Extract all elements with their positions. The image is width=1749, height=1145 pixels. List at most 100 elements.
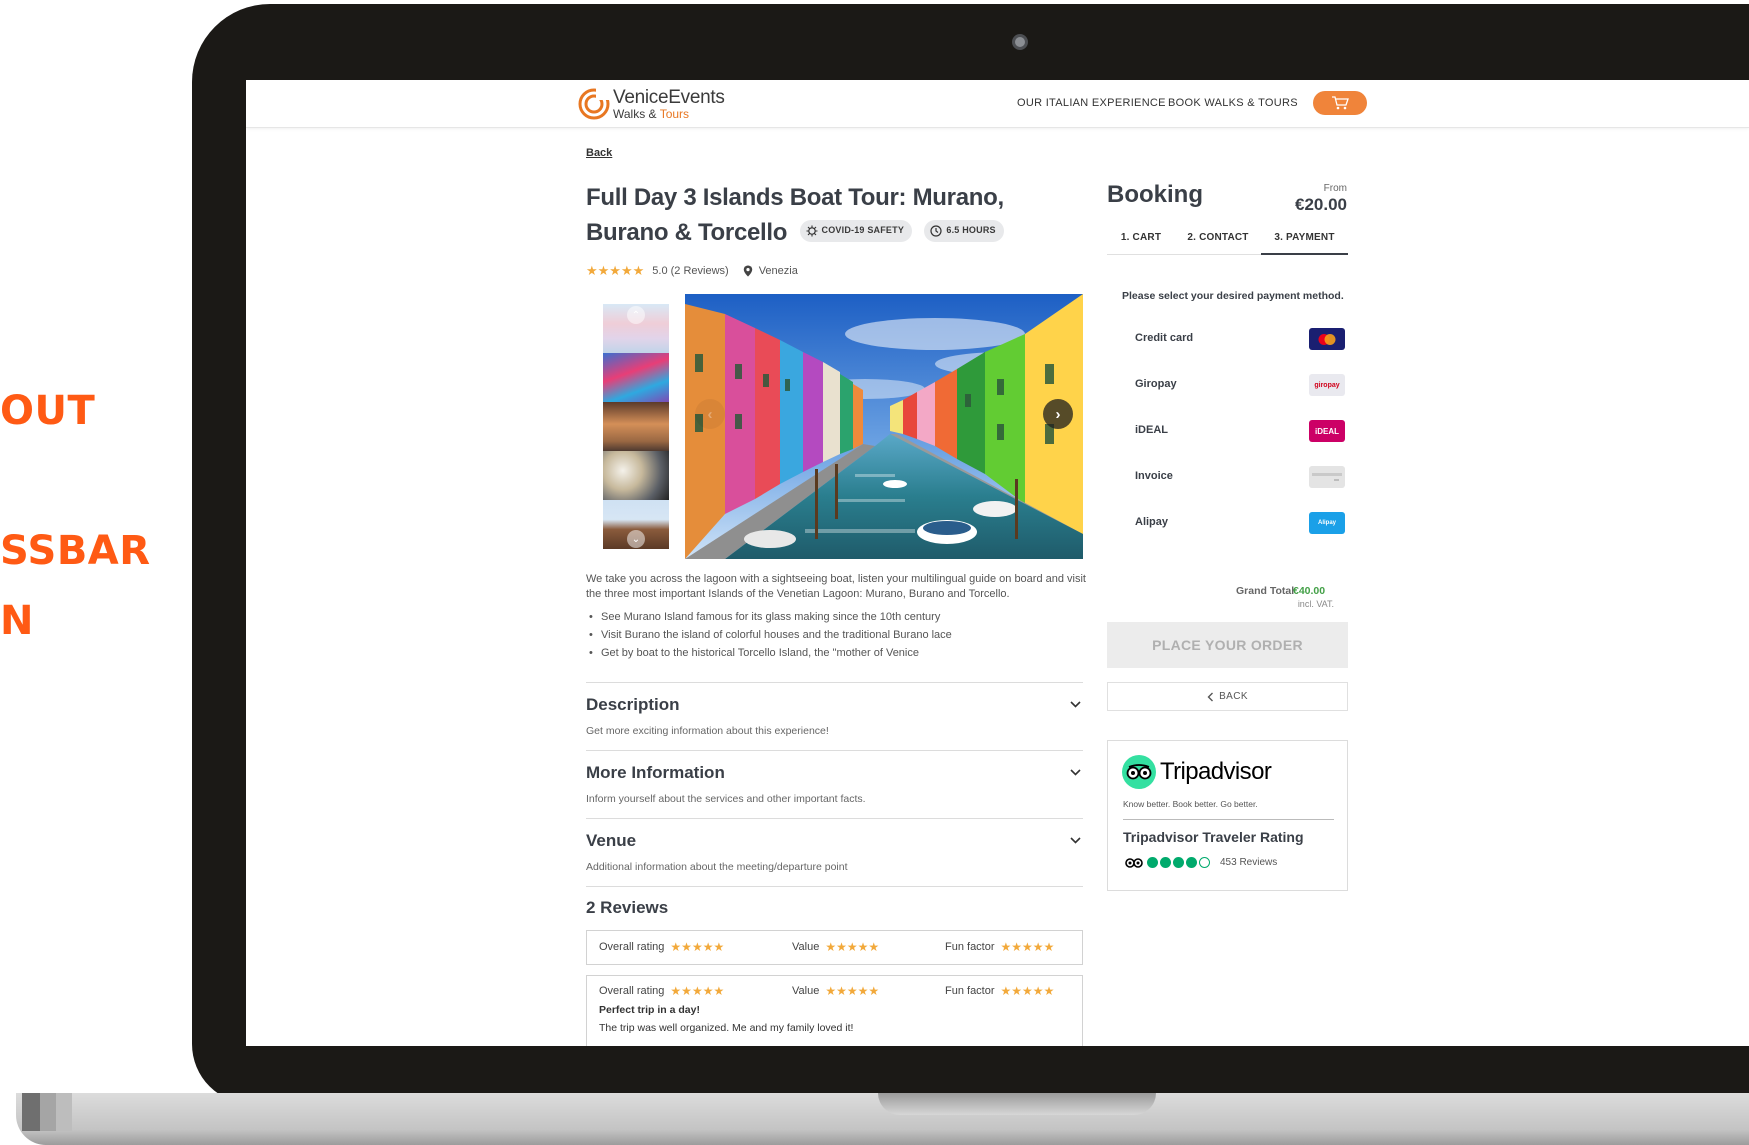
tripadvisor-tagline: Know better. Book better. Go better. xyxy=(1123,799,1258,809)
grand-total-value: €40.00 xyxy=(1293,585,1326,597)
accordion-subtitle: Additional information about the meeting… xyxy=(586,861,848,873)
from-label: From xyxy=(1323,183,1347,194)
tripadvisor-widget[interactable]: Tripadvisor Know better. Book better. Go… xyxy=(1107,740,1348,891)
tour-title: Full Day 3 Islands Boat Tour: Murano, Bu… xyxy=(586,180,1086,250)
tripadvisor-divider xyxy=(1123,819,1334,820)
rating-summary-box: Overall rating ★★★★★ Value ★★★★★ Fun facto… xyxy=(586,930,1083,965)
chevron-down-icon xyxy=(1070,701,1081,708)
review-overall-label: Overall rating xyxy=(599,985,665,997)
vat-note: incl. VAT. xyxy=(1297,599,1334,609)
cart-button[interactable] xyxy=(1313,91,1367,115)
tab-payment[interactable]: 3. PAYMENT xyxy=(1261,230,1348,255)
nav-link-italian-experience[interactable]: OUR ITALIAN EXPERIENCE xyxy=(1017,97,1166,109)
accordion-description[interactable]: Description Get more exciting informatio… xyxy=(586,682,1083,750)
payment-method-invoice[interactable]: Invoice xyxy=(1135,466,1347,488)
thumbnail-4[interactable] xyxy=(603,451,669,500)
summary-overall-stars: ★★★★★ xyxy=(670,940,725,954)
laptop-base-highlight xyxy=(56,1093,72,1131)
review-overall: Overall rating ★★★★★ xyxy=(599,984,724,998)
thumbnails-up-icon[interactable]: ⌃ xyxy=(627,306,645,324)
back-button[interactable]: BACK xyxy=(1107,682,1348,711)
logo-subtitle-a: Walks & xyxy=(613,107,660,121)
tab-cart[interactable]: 1. CART xyxy=(1107,230,1175,255)
cart-icon xyxy=(1332,96,1349,110)
review-fun-stars: ★★★★★ xyxy=(1000,984,1055,998)
review-title: Perfect trip in a day! xyxy=(599,1004,700,1016)
side-label-2: SSBAR xyxy=(0,528,151,574)
reviews-divider xyxy=(586,886,1083,887)
tripadvisor-rating-title: Tripadvisor Traveler Rating xyxy=(1123,829,1304,845)
accordion-more-information[interactable]: More Information Inform yourself about t… xyxy=(586,750,1083,818)
top-navigation: VeniceEvents Walks & Tours OUR ITALIAN E… xyxy=(246,80,1749,128)
payment-method-label: Giropay xyxy=(1135,378,1177,390)
place-order-button[interactable]: PLACE YOUR ORDER xyxy=(1107,622,1348,668)
rating-bubble xyxy=(1173,857,1184,868)
review-value: Value ★★★★★ xyxy=(792,984,879,998)
summary-value-label: Value xyxy=(792,941,820,953)
thumbnail-2[interactable] xyxy=(603,353,669,402)
chevron-down-icon xyxy=(1070,837,1081,844)
gallery-thumbnails: ⌃ ⌄ xyxy=(603,304,669,550)
laptop-notch xyxy=(878,1093,1156,1115)
rating-bubble xyxy=(1147,857,1158,868)
logo-subtitle: Walks & Tours xyxy=(613,108,725,120)
payment-method-alipay[interactable]: Alipay Alipay xyxy=(1135,512,1347,534)
tab-contact[interactable]: 2. CONTACT xyxy=(1175,230,1261,255)
payment-method-giropay[interactable]: Giropay giropay xyxy=(1135,374,1347,396)
payment-method-label: Credit card xyxy=(1135,332,1194,344)
payment-method-credit-card[interactable]: Credit card xyxy=(1135,328,1347,350)
duration-label: 6.5 HOURS xyxy=(946,225,996,236)
tripadvisor-review-count[interactable]: 453 Reviews xyxy=(1220,857,1277,868)
covid-safety-label: COVID-19 SAFETY xyxy=(821,225,905,236)
summary-fun-stars: ★★★★★ xyxy=(1000,940,1055,954)
tripadvisor-owl-icon xyxy=(1122,755,1156,789)
logo-subtitle-b: Tours xyxy=(659,107,690,121)
tour-highlights: See Murano Island famous for its glass m… xyxy=(586,608,1086,662)
back-button-label: BACK xyxy=(1219,691,1248,702)
payment-method-ideal[interactable]: iDEAL iDEAL xyxy=(1135,420,1347,442)
photo-prev-arrow-icon[interactable]: ‹ xyxy=(695,399,725,429)
summary-value-stars: ★★★★★ xyxy=(825,940,880,954)
summary-overall: Overall rating ★★★★★ xyxy=(599,940,724,954)
logo-mark-icon xyxy=(578,88,610,120)
tour-intro: We take you across the lagoon with a sig… xyxy=(586,573,1086,600)
thumbnails-down-icon[interactable]: ⌄ xyxy=(627,530,645,548)
review-fun: Fun factor ★★★★★ xyxy=(945,984,1054,998)
giropay-icon: giropay xyxy=(1309,374,1345,396)
side-label-1: OUT xyxy=(0,388,96,434)
thumbnail-3[interactable] xyxy=(603,402,669,451)
accordion-title: Description xyxy=(586,695,680,714)
side-label-3: N xyxy=(0,598,34,644)
review-text: The trip was well organized. Me and my f… xyxy=(599,1022,854,1034)
highlight-item: See Murano Island famous for its glass m… xyxy=(586,608,1086,626)
accordion-title: Venue xyxy=(586,831,637,850)
back-link[interactable]: Back xyxy=(586,147,612,159)
booking-steps: 1. CART 2. CONTACT 3. PAYMENT xyxy=(1107,230,1348,255)
laptop-base-edge xyxy=(22,1093,40,1131)
rating-bubbles xyxy=(1147,857,1212,868)
browser-screen: VeniceEvents Walks & Tours OUR ITALIAN E… xyxy=(246,80,1749,1046)
summary-overall-label: Overall rating xyxy=(599,941,665,953)
alipay-icon: Alipay xyxy=(1309,512,1345,534)
payment-method-label: iDEAL xyxy=(1135,424,1168,436)
payment-method-label: Invoice xyxy=(1135,470,1173,482)
nav-link-book-walks[interactable]: BOOK WALKS & TOURS xyxy=(1168,97,1298,109)
rating-text[interactable]: 5.0 (2 Reviews) xyxy=(652,265,728,277)
mockup-stage: OUT SSBAR N VeniceEvents Walks & Tours O… xyxy=(0,0,1749,1145)
highlight-item: Visit Burano the island of colorful hous… xyxy=(586,626,1086,644)
review-overall-stars: ★★★★★ xyxy=(670,984,725,998)
photo-next-arrow-icon[interactable]: › xyxy=(1043,399,1073,429)
logo-text: VeniceEvents Walks & Tours xyxy=(613,88,725,120)
chevron-down-icon xyxy=(1070,769,1081,776)
reviews-title: 2 Reviews xyxy=(586,898,669,917)
logo-brand: VeniceEvents xyxy=(613,87,725,108)
accordion-venue[interactable]: Venue Additional information about the m… xyxy=(586,818,1083,886)
camera-icon xyxy=(1012,34,1028,50)
invoice-icon xyxy=(1309,466,1345,488)
location-text: Venezia xyxy=(758,265,798,277)
ideal-icon: iDEAL xyxy=(1309,420,1345,442)
review-value-label: Value xyxy=(792,985,820,997)
venice-events-logo[interactable]: VeniceEvents Walks & Tours xyxy=(578,87,725,121)
review-card: Overall rating ★★★★★ Value ★★★★★ Fun facto… xyxy=(586,975,1083,1046)
review-value-stars: ★★★★★ xyxy=(825,984,880,998)
